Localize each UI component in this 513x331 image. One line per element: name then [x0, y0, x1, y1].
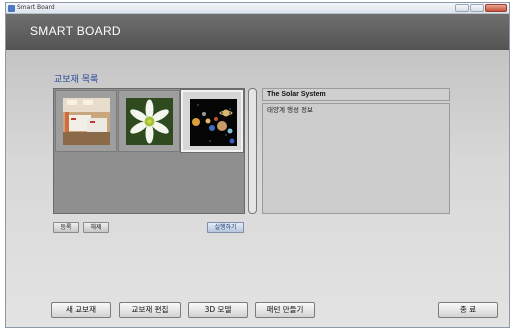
material-thumb-solar-system[interactable] — [180, 89, 244, 153]
make-pattern-button[interactable]: 패턴 만들기 — [255, 302, 315, 318]
main-content: 교보재 목록 The Solar System 태양계 행성 정보 등록 해제 … — [6, 50, 509, 327]
new-material-button[interactable]: 새 교보재 — [51, 302, 111, 318]
app-header: SMART BOARD — [6, 14, 509, 50]
run-button[interactable]: 실행하기 — [207, 222, 244, 233]
3d-model-button[interactable]: 3D 모델 — [188, 302, 248, 318]
maximize-button[interactable] — [470, 4, 484, 12]
solar-system-photo — [190, 99, 237, 146]
edit-material-button[interactable]: 교보재 편집 — [119, 302, 181, 318]
register-button[interactable]: 등록 — [53, 222, 79, 233]
window-controls — [455, 4, 507, 12]
window-titlebar[interactable]: Smart Board — [6, 3, 509, 14]
app-title: SMART BOARD — [30, 24, 121, 38]
material-title: The Solar System — [262, 88, 450, 101]
material-list-scrollbar[interactable] — [248, 88, 257, 214]
material-thumb-flower[interactable] — [118, 90, 180, 152]
remove-button[interactable]: 해제 — [83, 222, 109, 233]
exit-button[interactable]: 종 료 — [438, 302, 498, 318]
material-list — [53, 88, 245, 214]
minimize-button[interactable] — [455, 4, 469, 12]
app-icon — [8, 5, 15, 12]
material-thumb-office[interactable] — [55, 90, 117, 152]
app-window: Smart Board SMART BOARD 교보재 목록 The Solar… — [5, 2, 510, 328]
office-photo — [63, 98, 110, 145]
close-button[interactable] — [485, 4, 507, 12]
window-title: Smart Board — [17, 4, 55, 11]
flower-photo — [126, 98, 173, 145]
section-title: 교보재 목록 — [54, 75, 99, 85]
material-description: 태양계 행성 정보 — [262, 103, 450, 214]
